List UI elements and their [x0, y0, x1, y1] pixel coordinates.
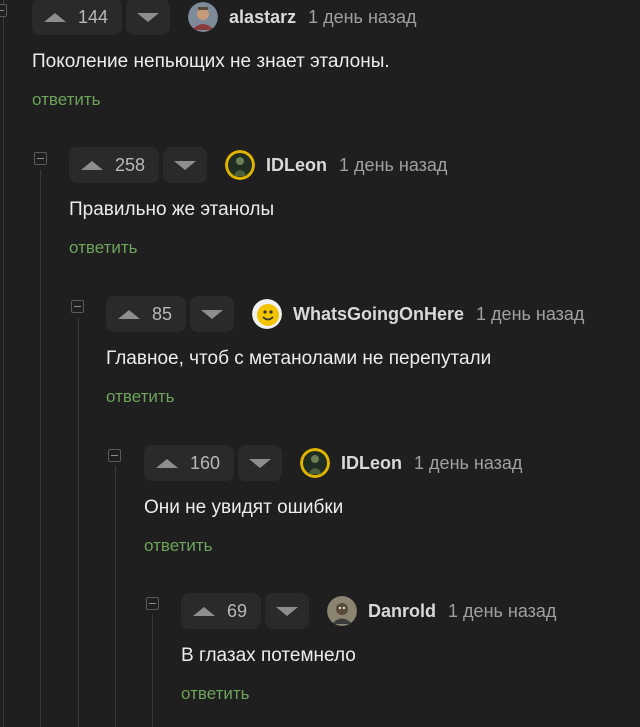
- comment-header: 160 IDLeon 1 день назад: [144, 444, 522, 482]
- thread-line: [78, 318, 79, 727]
- downvote-button[interactable]: [163, 147, 208, 183]
- comment: 160 IDLeon 1 день назад Они не увидят ош…: [144, 444, 522, 556]
- thread-line: [115, 466, 116, 727]
- upvote-button[interactable]: 69: [181, 593, 262, 629]
- comment-text: Они не увидят ошибки: [144, 497, 344, 518]
- arrow-up-icon: [118, 309, 140, 319]
- reply-link[interactable]: ответить: [144, 536, 522, 556]
- upvote-button[interactable]: 144: [32, 0, 123, 35]
- arrow-down-icon: [137, 12, 160, 22]
- downvote-button[interactable]: [126, 0, 171, 35]
- reply-link[interactable]: ответить: [69, 238, 447, 258]
- upvote-button[interactable]: 85: [106, 296, 187, 332]
- comment-header: 144 alastarz 1 день назад: [32, 0, 416, 36]
- arrow-down-icon: [174, 160, 197, 170]
- reply-link[interactable]: ответить: [181, 684, 556, 704]
- reply-link[interactable]: ответить: [32, 90, 416, 110]
- avatar-soldier-icon[interactable]: [225, 150, 256, 180]
- upvote-button[interactable]: 258: [69, 147, 160, 183]
- comment-score: 160: [190, 452, 221, 473]
- arrow-down-icon: [201, 309, 224, 319]
- username[interactable]: IDLeon: [266, 155, 327, 176]
- timestamp: 1 день назад: [339, 154, 448, 175]
- avatar-soldier-icon[interactable]: [300, 448, 331, 478]
- comment-text: Главное, чтоб с метанолами не перепутали: [106, 348, 492, 369]
- username[interactable]: alastarz: [229, 7, 296, 28]
- downvote-button[interactable]: [190, 296, 235, 332]
- collapse-toggle[interactable]: [146, 597, 159, 610]
- comment-text: В глазах потемнело: [181, 645, 356, 666]
- arrow-down-icon: [249, 458, 272, 468]
- comment-header: 85 WhatsGoingOnHere 1 день назад: [106, 295, 584, 333]
- avatar-smiley-icon[interactable]: [252, 299, 283, 329]
- collapse-toggle[interactable]: [34, 152, 47, 165]
- comment-score: 258: [115, 154, 146, 175]
- timestamp: 1 день назад: [476, 303, 585, 324]
- comment-score: 144: [78, 6, 109, 27]
- downvote-button[interactable]: [238, 445, 283, 481]
- avatar-person-icon[interactable]: [188, 2, 219, 32]
- arrow-up-icon: [156, 458, 178, 468]
- username[interactable]: IDLeon: [341, 453, 402, 474]
- timestamp: 1 день назад: [448, 600, 557, 621]
- username[interactable]: WhatsGoingOnHere: [293, 304, 464, 325]
- comment: 258 IDLeon 1 день назад Правильно же эта…: [69, 146, 447, 258]
- collapse-toggle[interactable]: [71, 300, 84, 313]
- comment-score: 69: [227, 600, 248, 621]
- reply-link[interactable]: ответить: [106, 387, 584, 407]
- comment: 69 Danrold 1 день назад В глазах потемне…: [181, 592, 556, 704]
- comment: 144 alastarz 1 день назад Поколение непь…: [32, 0, 416, 110]
- arrow-up-icon: [81, 160, 103, 170]
- comment-text: Поколение непьющих не знает эталоны.: [32, 51, 390, 72]
- comment-header: 258 IDLeon 1 день назад: [69, 146, 447, 184]
- comment: 85 WhatsGoingOnHere 1 день назад Главное…: [106, 295, 584, 407]
- comment-header: 69 Danrold 1 день назад: [181, 592, 556, 630]
- username[interactable]: Danrold: [368, 601, 436, 622]
- comment-score: 85: [152, 303, 173, 324]
- thread-line: [3, 0, 4, 727]
- upvote-button[interactable]: 160: [144, 445, 235, 481]
- timestamp: 1 день назад: [414, 452, 523, 473]
- arrow-down-icon: [276, 606, 299, 616]
- comment-text: Правильно же этанолы: [69, 199, 275, 220]
- collapse-toggle[interactable]: [0, 4, 7, 17]
- thread-line: [40, 170, 41, 727]
- collapse-toggle[interactable]: [108, 449, 121, 462]
- arrow-up-icon: [44, 12, 66, 22]
- arrow-up-icon: [193, 606, 215, 616]
- downvote-button[interactable]: [265, 593, 310, 629]
- avatar-person-icon[interactable]: [327, 596, 358, 626]
- thread-line: [152, 614, 153, 727]
- timestamp: 1 день назад: [308, 6, 417, 27]
